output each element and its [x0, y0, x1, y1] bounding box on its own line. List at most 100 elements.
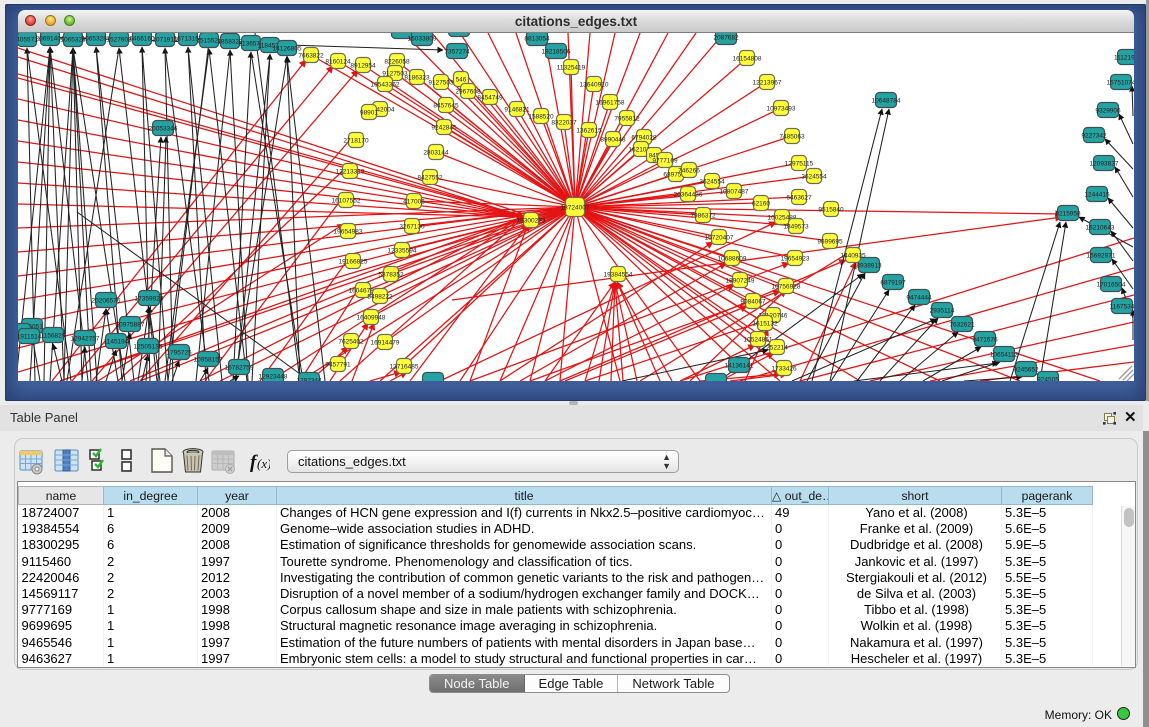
svg-text:15720407: 15720407	[705, 235, 734, 242]
svg-text:10973493: 10973493	[767, 106, 796, 113]
svg-text:62160: 62160	[752, 201, 770, 208]
svg-text:9457791: 9457791	[325, 362, 351, 369]
svg-text:6466160: 6466160	[129, 36, 155, 43]
svg-text:9699695: 9699695	[817, 239, 843, 246]
svg-text:1795725: 1795725	[166, 350, 192, 357]
svg-text:15751074: 15751074	[1107, 80, 1134, 87]
svg-text:20053346: 20053346	[149, 126, 178, 133]
svg-text:1167534: 1167534	[1110, 304, 1134, 311]
svg-text:10654112: 10654112	[990, 352, 1019, 359]
svg-text:9127503: 9127503	[428, 80, 454, 87]
svg-text:13640910: 13640910	[580, 82, 609, 89]
svg-text:1849573: 1849573	[783, 224, 809, 231]
svg-text:252214: 252214	[766, 345, 788, 352]
svg-text:13716485: 13716485	[390, 364, 419, 371]
svg-text:1362615: 1362615	[576, 128, 602, 135]
svg-text:9515840: 9515840	[818, 207, 844, 214]
svg-text:12093827: 12093827	[1090, 161, 1119, 168]
svg-text:9777169: 9777169	[652, 158, 678, 165]
svg-text:3267130: 3267130	[399, 224, 425, 231]
svg-text:9146821: 9146821	[504, 107, 530, 114]
svg-text:18724007: 18724007	[561, 205, 590, 212]
svg-text:9474444: 9474444	[906, 295, 932, 302]
svg-text:8813054: 8813054	[524, 36, 550, 43]
svg-text:7632621: 7632621	[949, 322, 975, 329]
svg-text:12923448: 12923448	[259, 374, 288, 381]
svg-text:8427552: 8427552	[417, 175, 443, 182]
svg-text:10756928: 10756928	[772, 284, 801, 291]
svg-text:12942757: 12942757	[71, 336, 100, 343]
svg-text:1145194: 1145194	[104, 339, 129, 346]
svg-text:5498222: 5498222	[367, 294, 393, 301]
svg-text:1615132: 1615132	[752, 321, 778, 328]
svg-text:12213967: 12213967	[753, 80, 782, 87]
svg-text:8938913: 8938913	[856, 263, 882, 270]
svg-text:10524851: 10524851	[744, 337, 773, 344]
svg-text:7485063: 7485063	[779, 134, 805, 141]
svg-text:2087682: 2087682	[713, 35, 739, 42]
svg-text:7663822: 7663822	[298, 53, 324, 60]
svg-text:417006: 417006	[403, 199, 425, 206]
svg-text:14136141: 14136141	[725, 363, 754, 370]
svg-text:2803144: 2803144	[423, 150, 449, 157]
svg-text:8160124: 8160124	[325, 59, 351, 66]
svg-text:8912954: 8912954	[350, 63, 376, 70]
svg-text:8471676: 8471676	[972, 337, 998, 344]
svg-text:8322037: 8322037	[551, 120, 577, 127]
svg-text:18907249: 18907249	[726, 278, 755, 285]
svg-text:16782759: 16782759	[225, 365, 254, 372]
svg-text:7955812: 7955812	[614, 116, 640, 123]
svg-text:8457645: 8457645	[433, 103, 459, 110]
svg-text:14126805: 14126805	[273, 46, 302, 53]
svg-text:1527602: 1527602	[106, 37, 132, 44]
svg-text:19654923: 19654923	[781, 256, 810, 263]
svg-text:8226058: 8226058	[384, 59, 410, 66]
svg-text:8990448: 8990448	[600, 137, 626, 144]
svg-text:17016504: 17016504	[1097, 282, 1126, 289]
svg-text:6794028: 6794028	[631, 135, 657, 142]
svg-text:19384554: 19384554	[604, 272, 633, 279]
svg-text:10648784: 10648784	[872, 98, 901, 105]
svg-text:15300273: 15300273	[517, 218, 546, 225]
svg-text:20364436: 20364436	[674, 192, 703, 199]
svg-text:1440935: 1440935	[840, 253, 866, 260]
svg-text:16409948: 16409948	[357, 315, 386, 322]
svg-text:9329906: 9329906	[1095, 108, 1121, 115]
svg-text:16210643: 16210643	[1086, 225, 1115, 232]
svg-text:16914479: 16914479	[371, 340, 400, 347]
svg-text:(x): (x)	[257, 456, 270, 471]
svg-text:1733426: 1733426	[771, 366, 797, 373]
svg-text:20206576: 20206576	[92, 298, 121, 305]
svg-text:16107552: 16107552	[332, 198, 361, 205]
svg-text:12975115: 12975115	[785, 161, 814, 168]
svg-text:11121914: 11121914	[1114, 55, 1134, 62]
svg-text:8186323: 8186323	[404, 75, 430, 82]
svg-text:10807487: 10807487	[720, 189, 749, 196]
svg-text:19166825: 19166825	[339, 259, 368, 266]
svg-text:2935114: 2935114	[930, 308, 955, 315]
svg-text:9242845: 9242845	[431, 125, 457, 132]
svg-text:17359924: 17359924	[135, 296, 164, 303]
svg-text:16033809: 16033809	[408, 36, 437, 43]
svg-text:1156829: 1156829	[41, 333, 66, 340]
svg-text:10688609: 10688609	[718, 256, 747, 263]
svg-text:19654983: 19654983	[334, 229, 363, 236]
svg-text:5878352: 5878352	[378, 272, 404, 279]
svg-text:12505135: 12505135	[134, 344, 163, 351]
svg-text:3624554: 3624554	[699, 179, 725, 186]
svg-text:16543362: 16543362	[371, 82, 400, 89]
svg-text:1292344: 1292344	[296, 378, 322, 382]
svg-text:1588520: 1588520	[528, 114, 554, 121]
svg-text:98901: 98901	[360, 110, 378, 117]
svg-text:12335594: 12335594	[388, 248, 417, 255]
svg-text:9084067: 9084067	[740, 299, 766, 306]
svg-text:8215958: 8215958	[1055, 211, 1081, 218]
svg-text:15692971: 15692971	[1087, 253, 1116, 260]
svg-text:1911514: 1911514	[18, 334, 42, 341]
svg-text:19218506: 19218506	[542, 49, 571, 56]
svg-text:10958157: 10958157	[194, 357, 223, 364]
svg-text:746266: 746266	[678, 168, 700, 175]
svg-text:9227342: 9227342	[1081, 133, 1107, 140]
svg-text:8454749: 8454749	[477, 95, 503, 102]
svg-text:3624554: 3624554	[801, 174, 827, 181]
